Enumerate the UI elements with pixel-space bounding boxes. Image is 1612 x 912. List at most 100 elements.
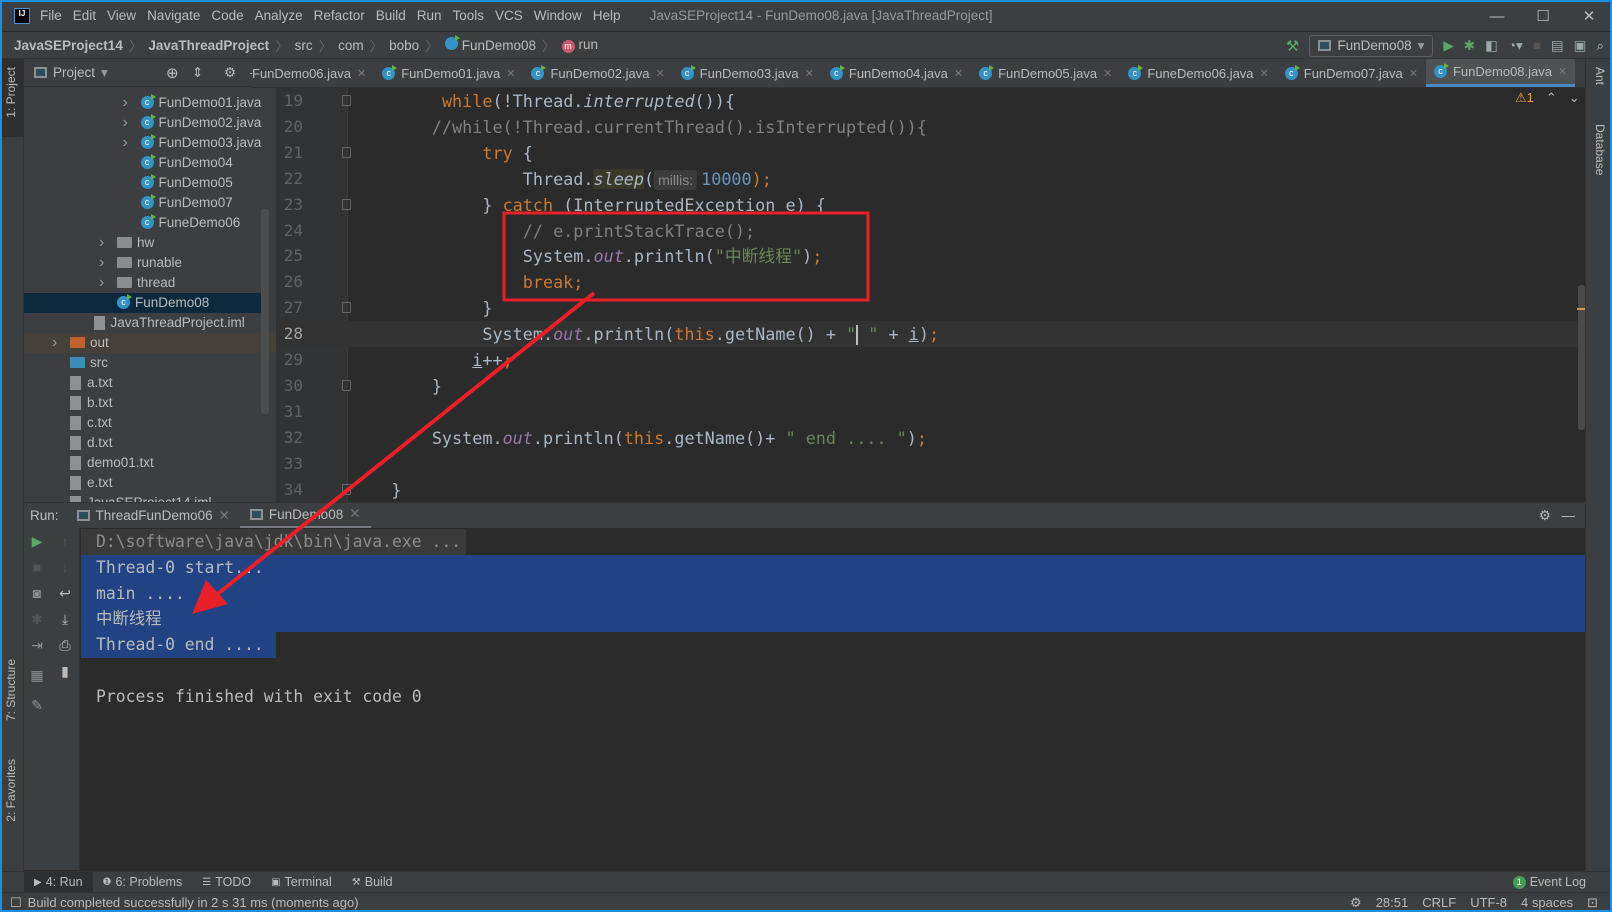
chevron-right-icon[interactable]: › (99, 254, 104, 272)
tool-window-button[interactable]: ⚒ Build (342, 872, 403, 893)
tree-item[interactable]: › hw (24, 233, 269, 253)
breadcrumb-item[interactable]: JavaThreadProject (148, 38, 269, 53)
editor-tab[interactable]: c FunDemo04.java ✕ (822, 59, 971, 87)
tree-item[interactable]: c FunDemo07 (24, 193, 269, 213)
editor-tab[interactable]: c FunDemo08.java ✕ (1425, 59, 1576, 87)
menu-item[interactable]: VCS (495, 8, 523, 23)
menu-item[interactable]: Code (211, 8, 243, 23)
tool-window-button[interactable]: ☰ TODO (192, 872, 261, 893)
editor-tab[interactable]: c FunDemo05.java ✕ (971, 59, 1120, 87)
breadcrumb-item[interactable]: JavaSEProject14 (14, 38, 123, 53)
console-output[interactable]: D:\software\java\jdk\bin\java.exe ... Thr… (81, 528, 1585, 870)
tool-window-button[interactable]: ❶ 6: Problems (93, 872, 193, 893)
debug-icon[interactable]: ✱ (24, 608, 50, 630)
rerun-icon[interactable]: ▶ (24, 530, 50, 552)
tree-item[interactable]: a.txt (24, 373, 269, 393)
indent-setting[interactable]: 4 spaces (1521, 895, 1573, 910)
fold-marker-icon[interactable] (342, 146, 351, 158)
tree-item[interactable]: › c FunDemo02.java (24, 113, 269, 133)
stop-icon[interactable]: ■ (24, 556, 50, 578)
hide-icon[interactable]: — (1562, 508, 1576, 523)
close-tab-icon[interactable]: ✕ (357, 67, 366, 80)
fold-marker-icon[interactable] (342, 379, 351, 391)
menu-item[interactable]: Analyze (255, 8, 303, 23)
editor-tab[interactable]: c FuneDemo06.java ✕ (1120, 59, 1276, 87)
debug-icon[interactable]: ✱ (1464, 38, 1475, 54)
breadcrumb-item[interactable]: m run (561, 37, 598, 53)
database-tool-button[interactable]: Database (1593, 124, 1607, 175)
menu-item[interactable]: View (107, 8, 136, 23)
tool-window-button[interactable]: ▶ 4: Run (24, 871, 93, 893)
fold-marker-icon[interactable] (342, 483, 351, 495)
warning-marker[interactable] (1577, 308, 1585, 310)
menu-item[interactable]: Window (534, 8, 582, 23)
tree-item[interactable]: › out (24, 332, 276, 353)
close-tab-icon[interactable]: ✕ (219, 508, 230, 524)
structure-tool-button[interactable]: 7: Structure (4, 659, 18, 721)
menu-item[interactable]: Navigate (147, 8, 200, 23)
layout-icon[interactable]: ▦ (24, 664, 50, 686)
breadcrumb-item[interactable]: FunDemo08 (444, 35, 536, 53)
chevron-right-icon[interactable]: › (99, 274, 104, 292)
close-button[interactable]: ✕ (1566, 0, 1612, 32)
menu-item[interactable]: Build (376, 8, 406, 23)
minimize-button[interactable]: — (1474, 0, 1520, 32)
tree-item[interactable]: b.txt (24, 393, 269, 413)
run-icon[interactable]: ▶ (1443, 38, 1453, 54)
menu-item[interactable]: Help (593, 8, 621, 23)
maximize-button[interactable]: ☐ (1520, 0, 1566, 32)
editor-tab[interactable]: c FunDemo01.java ✕ (374, 59, 523, 87)
tree-item[interactable]: › runable (24, 253, 269, 273)
editor-tab[interactable]: c FunDemo03.java ✕ (673, 59, 822, 87)
coverage-icon[interactable]: ◧ (1485, 38, 1498, 54)
close-tab-icon[interactable]: ✕ (349, 506, 360, 522)
tree-scrollbar[interactable] (261, 209, 269, 414)
down-arrow-icon[interactable]: ↓ (52, 556, 78, 578)
project-structure-icon[interactable]: ▤ (1551, 38, 1564, 54)
toggle-tool-windows-icon[interactable]: ☐ (10, 895, 22, 911)
up-arrow-icon[interactable]: ↑ (52, 530, 78, 552)
tree-item[interactable]: c.txt (24, 413, 269, 433)
gear-icon[interactable]: ⚙ (1539, 508, 1551, 524)
chevron-right-icon[interactable]: › (123, 94, 128, 112)
close-tab-icon[interactable]: ✕ (1409, 67, 1418, 80)
close-tab-icon[interactable]: ✕ (1260, 67, 1269, 80)
scroll-to-end-icon[interactable]: ⤓ (52, 608, 78, 630)
stop-icon[interactable]: ■ (1533, 38, 1541, 53)
tree-item[interactable]: c FuneDemo06 (24, 213, 269, 233)
close-tab-icon[interactable]: ✕ (805, 67, 814, 80)
tree-item[interactable]: c FunDemo08 (24, 292, 269, 313)
trash-icon[interactable]: ▮ (52, 660, 78, 682)
fold-marker-icon[interactable] (342, 198, 351, 210)
close-tab-icon[interactable]: ✕ (1103, 67, 1112, 80)
run-tab[interactable]: ThreadFunDemo06 ✕ (67, 503, 240, 529)
status-message[interactable]: Build completed successfully in 2 s 31 m… (28, 895, 359, 910)
tree-item[interactable]: › thread (24, 273, 269, 293)
tree-item[interactable]: › c FunDemo01.java (24, 93, 269, 113)
close-tab-icon[interactable]: ✕ (506, 67, 515, 80)
editor-tab[interactable]: FunDemo06.java ✕ (252, 59, 374, 87)
chevron-right-icon[interactable]: › (123, 134, 128, 152)
menu-item[interactable]: Run (417, 8, 442, 23)
run-config-select[interactable]: FunDemo08 ▾ (1309, 34, 1434, 57)
build-hammer-icon[interactable]: ⚒ (1286, 37, 1299, 55)
editor-tab[interactable]: c FunDemo02.java ✕ (523, 59, 672, 87)
print-icon[interactable]: ⎙ (52, 634, 78, 656)
menu-item[interactable]: Refactor (314, 8, 365, 23)
code-editor[interactable]: 19 while(!Thread.interrupted()){20 //whi… (276, 88, 1578, 502)
tree-item[interactable]: demo01.txt (24, 453, 269, 473)
tree-item[interactable]: d.txt (24, 433, 269, 453)
lock-icon[interactable]: ⊡ (1587, 895, 1598, 911)
tool-window-button[interactable]: ▣ Terminal (261, 872, 342, 893)
tree-item[interactable]: JavaSEProject14.iml (24, 493, 269, 502)
menu-item[interactable]: Edit (73, 8, 96, 23)
close-tab-icon[interactable]: ✕ (954, 67, 963, 80)
file-encoding[interactable]: UTF-8 (1470, 895, 1507, 910)
close-tab-icon[interactable]: ✕ (655, 67, 664, 80)
tree-item[interactable]: › c FunDemo03.java (24, 133, 269, 153)
line-separator[interactable]: CRLF (1422, 895, 1456, 910)
fold-marker-icon[interactable] (342, 95, 351, 106)
tree-item[interactable]: c FunDemo04 (24, 153, 269, 173)
breadcrumb-item[interactable]: com (338, 38, 364, 53)
menu-item[interactable]: File (40, 8, 62, 23)
